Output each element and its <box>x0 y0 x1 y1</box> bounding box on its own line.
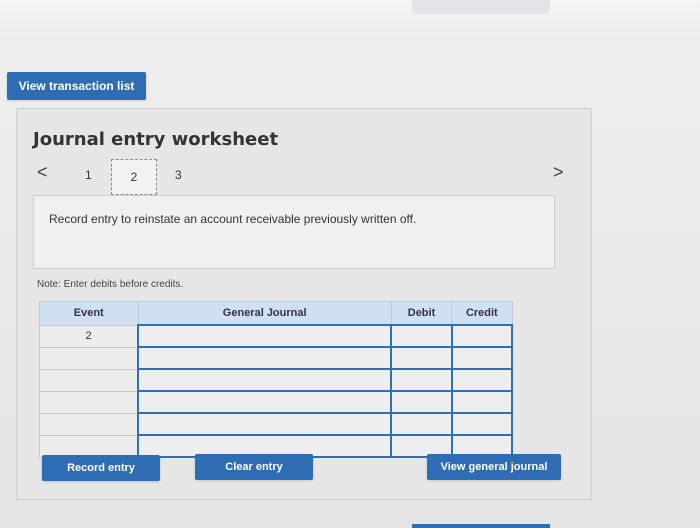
worksheet-title: Journal entry worksheet <box>33 129 279 150</box>
page-tab-3[interactable]: 3 <box>175 168 182 182</box>
journal-header-row: Event General Journal Debit Credit <box>39 301 513 326</box>
event-cell <box>39 434 139 458</box>
debit-input[interactable] <box>390 412 453 436</box>
debit-input[interactable] <box>390 368 453 392</box>
page-tab-1[interactable]: 1 <box>85 168 92 182</box>
journal-table: Event General Journal Debit Credit 2 <box>39 301 514 458</box>
credit-input[interactable] <box>450 324 514 348</box>
account-select[interactable] <box>137 412 393 436</box>
table-row <box>39 346 514 370</box>
credit-input[interactable] <box>450 390 514 414</box>
table-row <box>39 412 514 436</box>
view-transaction-list-button[interactable]: View transaction list <box>7 72 146 100</box>
debit-input[interactable] <box>390 390 453 414</box>
transaction-description: Record entry to reinstate an account rec… <box>49 212 417 226</box>
table-row: 2 <box>39 324 514 348</box>
account-select[interactable] <box>137 390 393 414</box>
page-tab-2-current[interactable]: 2 <box>111 159 157 195</box>
table-row <box>39 390 514 414</box>
view-general-journal-button[interactable]: View general journal <box>427 454 561 480</box>
journal-entry-worksheet: Journal entry worksheet < 1 2 3 > Record… <box>16 108 592 500</box>
event-cell <box>39 412 139 436</box>
table-row <box>39 368 514 392</box>
credit-input[interactable] <box>450 368 514 392</box>
next-arrow-icon[interactable]: > <box>553 162 564 183</box>
account-select[interactable] <box>137 346 393 370</box>
debit-input[interactable] <box>390 346 453 370</box>
credit-input[interactable] <box>450 412 514 436</box>
debit-column-header: Debit <box>390 301 453 326</box>
top-partial-button[interactable] <box>412 0 550 14</box>
debit-input[interactable] <box>390 324 453 348</box>
transaction-description-box: Record entry to reinstate an account rec… <box>33 195 555 269</box>
event-column-header: Event <box>39 301 139 326</box>
event-cell <box>39 390 139 414</box>
event-cell <box>39 346 139 370</box>
debits-note: Note: Enter debits before credits. <box>37 279 184 290</box>
top-strip <box>0 0 700 40</box>
previous-arrow-icon[interactable]: < <box>37 162 48 183</box>
general-journal-column-header: General Journal <box>137 301 392 326</box>
bottom-partial-button[interactable] <box>412 524 550 528</box>
credit-input[interactable] <box>450 346 514 370</box>
credit-column-header: Credit <box>451 301 513 326</box>
clear-entry-button[interactable]: Clear entry <box>195 454 313 480</box>
account-select[interactable] <box>137 324 393 348</box>
record-entry-button[interactable]: Record entry <box>42 455 160 481</box>
account-select[interactable] <box>137 368 393 392</box>
event-cell: 2 <box>39 324 139 348</box>
event-cell <box>39 368 139 392</box>
